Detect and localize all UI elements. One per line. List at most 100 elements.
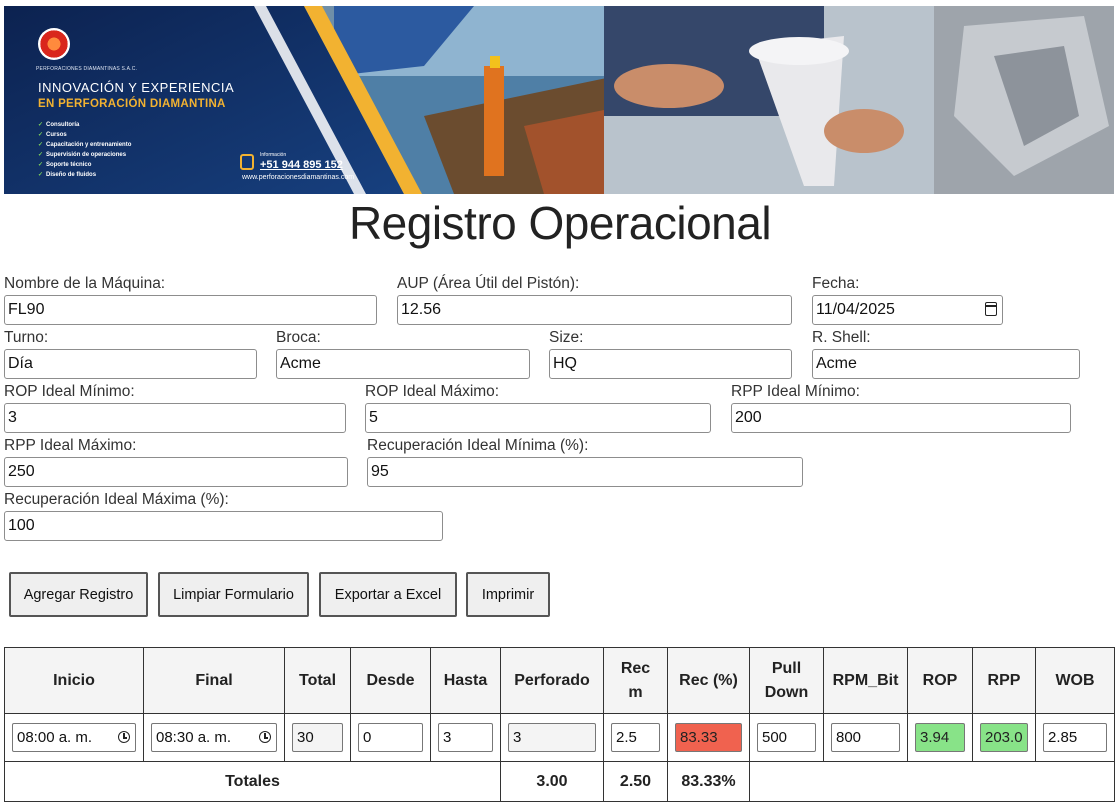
rop-min-label: ROP Ideal Mínimo:	[4, 383, 135, 400]
col-total: Total	[284, 647, 351, 714]
col-hasta: Hasta	[430, 647, 501, 714]
total-rec-pct: 83.33%	[667, 761, 750, 802]
banner-headline: INNOVACIÓN Y EXPERIENCIA	[38, 80, 235, 95]
website-url: www.perforacionesdiamantinas.com	[242, 174, 355, 181]
cell-rec-m	[603, 713, 668, 762]
fecha-label: Fecha:	[812, 275, 860, 292]
rop-max-input[interactable]	[365, 403, 711, 433]
col-rec-pct: Rec (%)	[667, 647, 750, 714]
field-rop-min: ROP Ideal Mínimo:	[4, 383, 346, 433]
rshell-input[interactable]	[812, 349, 1080, 379]
total-input[interactable]	[292, 723, 343, 752]
final-time-wrapper	[151, 723, 277, 752]
rec-min-label: Recuperación Ideal Mínima (%):	[367, 437, 589, 454]
rpp-min-label: RPP Ideal Mínimo:	[731, 383, 860, 400]
exportar-excel-button[interactable]: Exportar a Excel	[319, 572, 457, 617]
wob-input[interactable]	[1043, 723, 1107, 752]
cell-pull-down	[749, 713, 824, 762]
broca-input[interactable]	[276, 349, 530, 379]
phone-icon	[240, 154, 254, 170]
imprimir-button[interactable]: Imprimir	[466, 572, 550, 617]
rpp-input[interactable]	[980, 723, 1028, 752]
fecha-date-wrapper	[812, 295, 1003, 325]
rec-m-line1: Rec	[620, 659, 651, 677]
rpp-max-input[interactable]	[4, 457, 348, 487]
table-header-row: Inicio Final Total Desde Hasta Perforado…	[4, 647, 1115, 714]
total-perforado: 3.00	[500, 761, 604, 802]
company-name: PERFORACIONES DIAMANTINAS S.A.C.	[36, 66, 138, 72]
rop-input[interactable]	[915, 723, 965, 752]
total-rec-m: 2.50	[603, 761, 668, 802]
col-rop: ROP	[907, 647, 973, 714]
col-wob: WOB	[1035, 647, 1115, 714]
clock-icon[interactable]	[259, 731, 271, 743]
maquina-input[interactable]	[4, 295, 377, 325]
field-broca: Broca:	[276, 329, 530, 379]
services-list: Consultoría Cursos Capacitación y entren…	[38, 120, 131, 180]
col-inicio: Inicio	[4, 647, 144, 714]
service-item: Cursos	[38, 130, 131, 140]
col-pull-down: Pull Down	[749, 647, 824, 714]
aup-input[interactable]	[397, 295, 792, 325]
header-banner: PERFORACIONES DIAMANTINAS S.A.C. INNOVAC…	[4, 6, 1114, 194]
size-input[interactable]	[549, 349, 792, 379]
field-aup: AUP (Área Útil del Pistón):	[397, 275, 792, 325]
calendar-icon[interactable]	[985, 302, 997, 316]
rec-pct-input[interactable]	[675, 723, 742, 752]
rec-max-label: Recuperación Ideal Máxima (%):	[4, 491, 229, 508]
maquina-label: Nombre de la Máquina:	[4, 275, 166, 292]
perforado-input[interactable]	[508, 723, 596, 752]
col-rec-m: Rec m	[603, 647, 668, 714]
service-item: Diseño de fluidos	[38, 170, 131, 180]
page-title: Registro Operacional	[348, 197, 772, 249]
agregar-registro-button[interactable]: Agregar Registro	[9, 572, 148, 617]
turno-input[interactable]	[4, 349, 257, 379]
field-turno: Turno:	[4, 329, 257, 379]
fecha-input[interactable]	[812, 295, 1003, 325]
cell-perforado	[500, 713, 604, 762]
broca-label: Broca:	[276, 329, 321, 346]
cell-rpp	[972, 713, 1036, 762]
limpiar-formulario-button[interactable]: Limpiar Formulario	[158, 572, 309, 617]
service-item: Capacitación y entrenamiento	[38, 140, 131, 150]
rshell-label: R. Shell:	[812, 329, 871, 346]
cell-desde	[350, 713, 431, 762]
field-rpp-max: RPP Ideal Máximo:	[4, 437, 348, 487]
rpp-min-input[interactable]	[731, 403, 1071, 433]
col-perforado: Perforado	[500, 647, 604, 714]
service-item: Soporte técnico	[38, 160, 131, 170]
rec-m-input[interactable]	[611, 723, 660, 752]
rop-min-input[interactable]	[4, 403, 346, 433]
cell-rop	[907, 713, 973, 762]
table-row	[4, 713, 1115, 762]
field-maquina: Nombre de la Máquina:	[4, 275, 377, 325]
field-size: Size:	[549, 329, 792, 379]
totals-label: Totales	[4, 761, 501, 802]
field-rshell: R. Shell:	[812, 329, 1080, 379]
rpm-bit-input[interactable]	[831, 723, 900, 752]
company-logo	[38, 28, 70, 60]
rec-max-input[interactable]	[4, 511, 443, 541]
hasta-input[interactable]	[438, 723, 493, 752]
turno-label: Turno:	[4, 329, 49, 346]
col-desde: Desde	[350, 647, 431, 714]
desde-input[interactable]	[358, 723, 423, 752]
rec-min-input[interactable]	[367, 457, 803, 487]
cell-wob	[1035, 713, 1115, 762]
banner-overlay: PERFORACIONES DIAMANTINAS S.A.C. INNOVAC…	[4, 6, 434, 194]
phone-number: +51 944 895 152	[260, 159, 343, 171]
info-label: Información	[260, 152, 287, 158]
col-rpm-bit: RPM_Bit	[823, 647, 908, 714]
rop-max-label: ROP Ideal Máximo:	[365, 383, 500, 400]
totals-empty	[749, 761, 1115, 802]
service-item: Supervisión de operaciones	[38, 150, 131, 160]
pull-down-line2: Down	[764, 683, 809, 701]
cell-rpm-bit	[823, 713, 908, 762]
registro-table: Inicio Final Total Desde Hasta Perforado…	[4, 647, 1115, 802]
col-rpp: RPP	[972, 647, 1036, 714]
cell-inicio	[4, 713, 144, 762]
field-rec-max: Recuperación Ideal Máxima (%):	[4, 491, 443, 541]
totals-row: Totales 3.00 2.50 83.33%	[4, 761, 1115, 802]
pull-down-input[interactable]	[757, 723, 816, 752]
clock-icon[interactable]	[118, 731, 130, 743]
